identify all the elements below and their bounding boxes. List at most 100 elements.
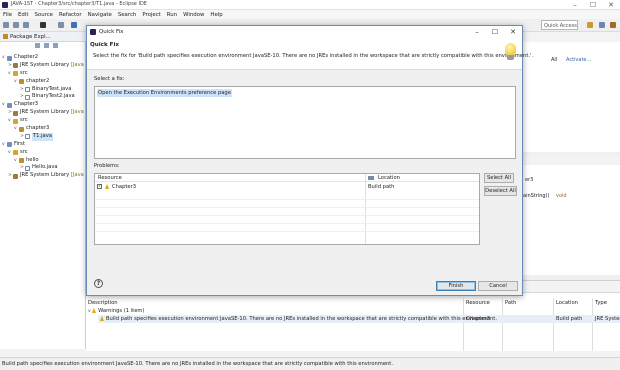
open-type-icon[interactable] xyxy=(71,22,77,28)
expanded-arrow-icon[interactable]: v xyxy=(14,78,18,86)
filter-all-link[interactable]: All xyxy=(551,57,557,63)
activate-link[interactable]: Activate... xyxy=(566,57,591,63)
tree-item-suffix: [Java xyxy=(70,109,84,116)
cancel-button[interactable]: Cancel xyxy=(478,281,518,291)
dialog-maximize-button[interactable]: ☐ xyxy=(486,27,504,38)
header-location[interactable]: Location xyxy=(378,175,400,181)
tree-item-label: JRE System Library [Java xyxy=(20,172,84,180)
fix-option-open-preferences[interactable]: Open the Execution Environments preferen… xyxy=(97,89,232,97)
menu-edit[interactable]: Edit xyxy=(15,10,31,19)
debug-icon[interactable] xyxy=(40,22,46,28)
tree-item[interactable]: v src xyxy=(0,117,86,125)
select-all-button[interactable]: Select All xyxy=(484,173,514,183)
problems-table-header: Resource Location xyxy=(95,174,479,182)
expanded-arrow-icon[interactable]: v xyxy=(14,157,18,165)
tree-item[interactable]: > JRE System Library [Java xyxy=(0,62,86,70)
package-explorer-title: Package Expl... xyxy=(10,33,51,40)
collapse-all-icon[interactable] xyxy=(35,43,40,48)
package-explorer-tab[interactable]: Package Expl... xyxy=(0,32,86,42)
close-window-button[interactable]: ✕ xyxy=(602,0,620,10)
collapsed-arrow-icon[interactable]: > xyxy=(20,86,24,94)
outline-fragment-2[interactable]: ainString() xyxy=(523,193,549,199)
tree-item[interactable]: > BinaryTest.java xyxy=(0,86,86,94)
java-perspective-icon[interactable] xyxy=(599,22,605,28)
dialog-minimize-button[interactable]: – xyxy=(468,27,486,38)
warnings-group-row[interactable]: v Warnings (1 item) xyxy=(88,308,145,314)
deselect-all-button[interactable]: Deselect All xyxy=(484,186,517,196)
expanded-arrow-icon[interactable]: v xyxy=(2,101,6,109)
tree-item[interactable]: > T1.java xyxy=(0,132,86,141)
problem-checkbox[interactable]: ✓ xyxy=(97,184,102,189)
tree-item[interactable]: v hello xyxy=(0,157,86,165)
dialog-heading: Quick Fix xyxy=(90,42,119,48)
menu-source[interactable]: Source xyxy=(31,10,56,19)
menu-refactor[interactable]: Refactor xyxy=(56,10,85,19)
collapsed-arrow-icon[interactable]: > xyxy=(8,62,12,70)
save-all-icon[interactable] xyxy=(23,22,29,28)
tree-item[interactable]: v src xyxy=(0,149,86,157)
tree-item[interactable]: > Hello.java xyxy=(0,164,86,172)
maximize-button[interactable]: ☐ xyxy=(584,0,602,10)
view-menu-icon[interactable] xyxy=(53,43,58,48)
row-gridline xyxy=(95,231,479,232)
save-icon[interactable] xyxy=(13,22,19,28)
tree-item[interactable]: v First xyxy=(0,141,86,149)
col-resource[interactable]: Resource xyxy=(466,300,490,306)
problem-resource: Chapter3 xyxy=(466,316,491,322)
menu-project[interactable]: Project xyxy=(139,10,163,19)
tree-item[interactable]: v Chapter2 xyxy=(0,54,86,62)
collapsed-arrow-icon[interactable]: > xyxy=(20,164,24,172)
dialog-close-button[interactable]: ✕ xyxy=(504,27,522,38)
expanded-arrow-icon[interactable]: v xyxy=(8,70,12,78)
expanded-arrow-icon[interactable]: v xyxy=(2,141,6,149)
col-path[interactable]: Path xyxy=(505,300,516,306)
link-editor-icon[interactable] xyxy=(44,43,49,48)
menu-run[interactable]: Run xyxy=(164,10,180,19)
open-perspective-icon[interactable] xyxy=(587,22,593,28)
finish-button[interactable]: Finish xyxy=(436,281,476,291)
col-description[interactable]: Description xyxy=(88,300,118,306)
tree-item-name: src xyxy=(20,148,28,155)
problem-table-row[interactable]: ✓ Chapter3 Build path xyxy=(95,183,479,191)
tree-item[interactable]: v Chapter3 xyxy=(0,101,86,109)
new-file-icon[interactable] xyxy=(3,22,9,28)
warning-icon xyxy=(105,183,111,190)
collapsed-arrow-icon[interactable]: > xyxy=(8,109,12,117)
expanded-arrow-icon[interactable]: v xyxy=(14,125,18,133)
expanded-arrow-icon[interactable]: v xyxy=(8,117,12,125)
column-separator xyxy=(463,298,464,358)
menu-bar: File Edit Source Refactor Navigate Searc… xyxy=(0,10,620,19)
help-icon[interactable]: ? xyxy=(94,279,103,288)
collapsed-arrow-icon[interactable]: > xyxy=(20,133,24,141)
expanded-arrow-icon[interactable]: v xyxy=(2,54,6,62)
row-gridline xyxy=(95,223,479,224)
header-resource[interactable]: Resource xyxy=(98,175,122,181)
menu-navigate[interactable]: Navigate xyxy=(85,10,115,19)
menu-help[interactable]: Help xyxy=(207,10,225,19)
tree-item-suffix: [Java xyxy=(70,172,84,179)
tree-item[interactable]: v src xyxy=(0,70,86,78)
menu-search[interactable]: Search xyxy=(115,10,140,19)
col-location[interactable]: Location xyxy=(556,300,578,306)
terminal-icon[interactable] xyxy=(58,22,64,28)
collapsed-arrow-icon[interactable]: > xyxy=(20,93,24,101)
menu-file[interactable]: File xyxy=(0,10,15,19)
col-type[interactable]: Type xyxy=(595,300,607,306)
tree-item[interactable]: v chapter3 xyxy=(0,125,86,133)
tree-item[interactable]: v chapter2 xyxy=(0,78,86,86)
minimize-button[interactable]: – xyxy=(566,0,584,10)
quick-access-field[interactable]: Quick Access xyxy=(541,20,578,30)
tree-item[interactable]: > BinaryTest2.java xyxy=(0,93,86,101)
horizontal-scrollbar[interactable] xyxy=(0,349,86,357)
tree-item-name: chapter3 xyxy=(26,125,50,132)
collapsed-arrow-icon[interactable]: > xyxy=(8,172,12,180)
tree-item[interactable]: > JRE System Library [Java xyxy=(0,109,86,117)
debug-perspective-icon[interactable] xyxy=(610,22,616,28)
tree-item[interactable]: > JRE System Library [Java xyxy=(0,172,86,180)
menu-window[interactable]: Window xyxy=(180,10,207,19)
folder-icon xyxy=(13,71,18,77)
problem-table-resource: Chapter3 xyxy=(112,183,137,190)
problems-table: Resource Location ✓ Chapter3 Build path xyxy=(94,173,480,245)
expanded-arrow-icon[interactable]: v xyxy=(8,149,12,157)
task-list-tab xyxy=(520,32,620,42)
